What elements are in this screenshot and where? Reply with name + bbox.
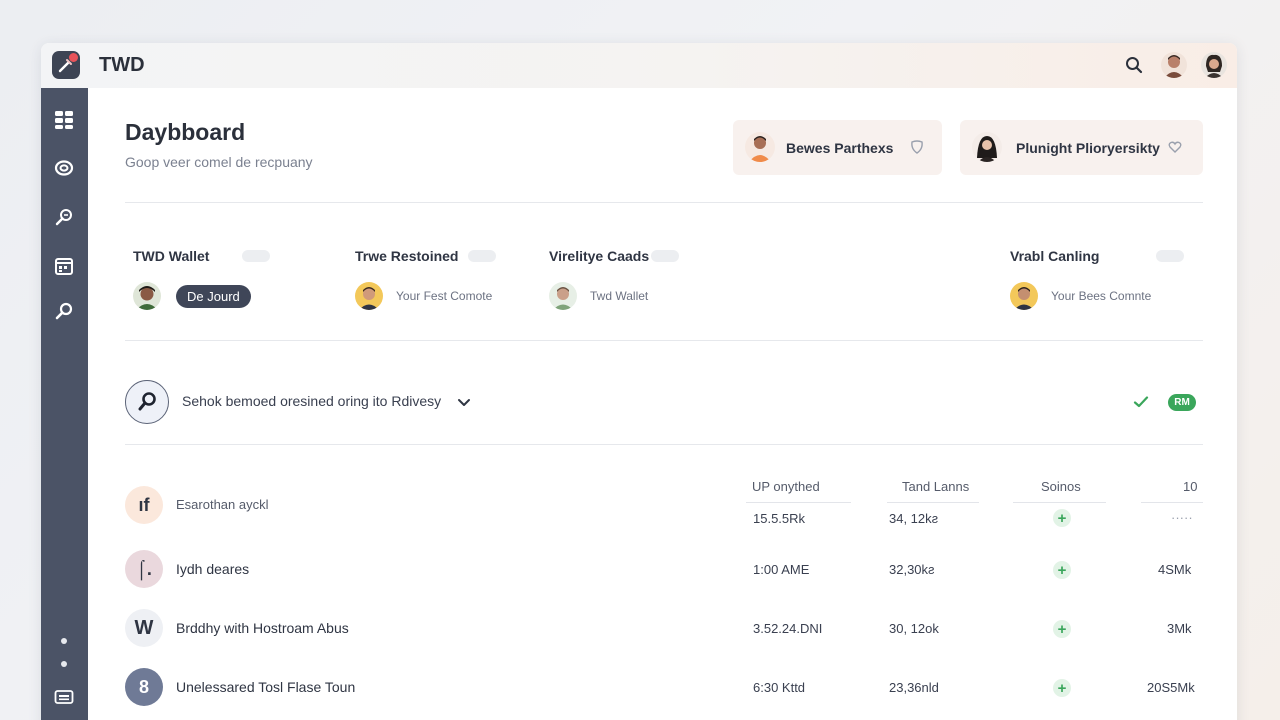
cell-updated: 3.52.24.DNI <box>753 621 823 636</box>
row-icon: 8 <box>125 668 163 706</box>
avatar <box>972 132 1002 162</box>
app-window: TWD Daybboard Goop veer comel de recpuan… <box>41 43 1237 720</box>
cell-value: 4SMk <box>1158 562 1192 577</box>
wallet-card[interactable]: Vrabl Canling Your Bees Comnte <box>1010 248 1184 310</box>
page-subtitle: Goop veer comel de recpuany <box>125 154 313 170</box>
avatar <box>1010 282 1038 310</box>
search-query-text: Sehok bemoed oresined oring ito Rdivesy <box>182 393 442 409</box>
search-icon[interactable] <box>53 300 75 322</box>
table-row[interactable]: ⌠. Iydh deares 1:00 AME 32,30kƨ + 4SMk <box>125 550 1203 590</box>
avatar <box>133 282 161 310</box>
cell-updated: 15.5.5Rk <box>753 511 806 526</box>
sidebar <box>41 88 88 720</box>
cell-value: 20S5Mk <box>1147 680 1195 695</box>
search-key-icon[interactable] <box>53 206 75 228</box>
row-icon: ıf <box>125 486 163 524</box>
table-row[interactable]: ıf Esarothan ayckl 15.5.5Rk 34, 12kƨ + ·… <box>125 486 1203 527</box>
search-key-icon[interactable] <box>125 380 169 424</box>
add-icon[interactable]: + <box>1053 679 1071 697</box>
divider <box>125 340 1203 341</box>
search-icon[interactable] <box>1124 55 1144 75</box>
add-icon[interactable]: + <box>1053 509 1071 527</box>
user-avatar[interactable] <box>1161 52 1187 78</box>
page-title: Daybboard <box>125 119 246 145</box>
row-name: Iydh deares <box>176 561 250 577</box>
divider <box>125 202 1203 203</box>
wallet-title: TWD Wallet <box>133 248 210 264</box>
profile-name: Plunight Plioryersikty <box>1016 140 1160 156</box>
avatar <box>549 282 577 310</box>
divider <box>125 444 1203 445</box>
cell-value: ····· <box>1171 510 1193 525</box>
cell-value: 3Mk <box>1167 621 1192 636</box>
app-logo-icon[interactable] <box>52 51 80 79</box>
status-badge: RM <box>1168 394 1196 411</box>
sidebar-dot-icon <box>61 638 67 644</box>
profile-name: Bewes Parthexs <box>786 140 894 156</box>
cell-lands: 32,30kƨ <box>889 562 935 577</box>
wallet-chip <box>468 250 496 262</box>
profile-card[interactable]: Bewes Parthexs <box>733 120 942 175</box>
wallet-chip <box>242 250 270 262</box>
grid-icon[interactable] <box>53 109 75 131</box>
check-icon[interactable] <box>1132 393 1150 411</box>
chevron-down-icon[interactable] <box>456 394 472 410</box>
wallet-card[interactable]: Virelitye Caads Twd Wallet <box>549 248 679 310</box>
table-row[interactable]: 8 Unelessared Tosl Flase Toun 6:30 Kttd … <box>125 668 1203 708</box>
keyboard-icon[interactable] <box>53 686 75 708</box>
wallet-text: Your Fest Comote <box>396 289 493 303</box>
wallet-chip <box>1156 250 1184 262</box>
profile-card[interactable]: Plunight Plioryersikty <box>960 120 1203 175</box>
cell-lands: 23,36nld <box>889 680 939 695</box>
avatar <box>745 132 775 162</box>
wallet-text: Twd Wallet <box>590 289 649 303</box>
cell-lands: 34, 12kƨ <box>889 511 939 526</box>
wallet-chip <box>651 250 679 262</box>
shield-icon[interactable] <box>909 139 925 155</box>
heart-icon[interactable] <box>1167 139 1183 155</box>
wallet-text: Your Bees Comnte <box>1051 289 1152 303</box>
calendar-icon[interactable] <box>53 255 75 277</box>
table-row[interactable]: W Brddhy with Hostroam Abus 3.52.24.DNI … <box>125 609 1203 649</box>
wallet-title: Virelitye Caads <box>549 248 650 264</box>
row-icon: ⌠. <box>125 550 163 588</box>
row-name: Esarothan ayckl <box>176 497 269 512</box>
wallet-card[interactable]: Trwe Restoined Your Fest Comote <box>355 248 496 310</box>
row-icon: W <box>125 609 163 647</box>
app-title: TWD <box>99 54 145 76</box>
row-name: Brddhy with Hostroam Abus <box>176 620 349 636</box>
cell-updated: 1:00 AME <box>753 562 810 577</box>
add-icon[interactable]: + <box>1053 620 1071 638</box>
wallet-pill-button[interactable]: De Jourd <box>176 284 251 308</box>
wallet-title: Vrabl Canling <box>1010 248 1100 264</box>
cell-updated: 6:30 Kttd <box>753 680 806 695</box>
wallet-title: Trwe Restoined <box>355 248 459 264</box>
add-icon[interactable]: + <box>1053 561 1071 579</box>
row-name: Unelessared Tosl Flase Toun <box>176 679 356 695</box>
avatar <box>355 282 383 310</box>
cell-lands: 30, 12ok <box>889 621 939 636</box>
search-row[interactable]: Sehok bemoed oresined oring ito Rdivesy … <box>125 380 1203 424</box>
ring-icon[interactable] <box>53 157 75 179</box>
sidebar-dot-icon <box>61 661 67 667</box>
user-avatar[interactable] <box>1201 52 1227 78</box>
top-bar: TWD <box>41 43 1237 88</box>
wallet-card[interactable]: TWD Wallet De Jourd <box>133 248 270 310</box>
